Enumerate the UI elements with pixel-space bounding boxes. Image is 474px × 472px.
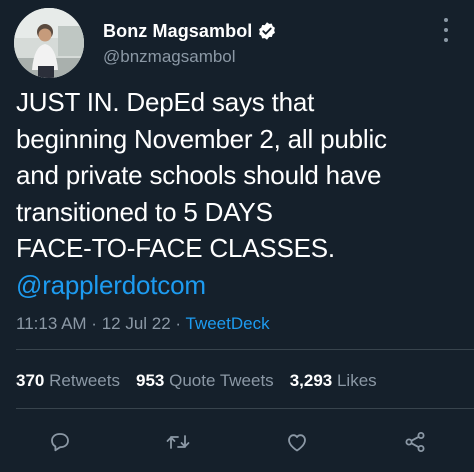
- handle[interactable]: @bnzmagsambol: [103, 47, 277, 67]
- retweet-icon: [166, 435, 190, 449]
- tweet-source-link[interactable]: TweetDeck: [186, 314, 270, 333]
- tweet-time[interactable]: 11:13 AM: [16, 314, 87, 333]
- reply-icon: [51, 433, 69, 452]
- tweet-card: Bonz Magsambol @bnzmagsambol JUST IN. De…: [0, 0, 474, 472]
- likes-count: 3,293: [289, 371, 333, 390]
- tweet-text-line: and private schools should have: [16, 160, 382, 190]
- divider: [16, 349, 474, 350]
- more-options-icon[interactable]: [442, 18, 450, 42]
- tweet-stats: 370 Retweets 953 Quote Tweets 3,293 Likes: [16, 371, 377, 391]
- tweet-text-line: FACE-TO-FACE CLASSES.: [16, 233, 335, 263]
- heart-icon: [288, 434, 306, 452]
- likes-stat[interactable]: 3,293 Likes: [290, 371, 377, 390]
- quotes-count: 953: [135, 371, 165, 390]
- divider: [16, 408, 474, 409]
- tweet-meta: 11:13 AM · 12 Jul 22 · TweetDeck: [16, 314, 270, 334]
- display-name-row: Bonz Magsambol: [103, 19, 277, 43]
- author-info: Bonz Magsambol @bnzmagsambol: [103, 19, 277, 67]
- retweets-stat[interactable]: 370 Retweets: [16, 371, 120, 390]
- display-name[interactable]: Bonz Magsambol: [103, 21, 252, 42]
- reply-button[interactable]: [42, 424, 78, 460]
- tweet-text-line: transitioned to 5 DAYS: [16, 196, 273, 227]
- retweets-label: Retweets: [49, 371, 120, 390]
- quotes-label: Quote Tweets: [169, 371, 274, 390]
- quote-tweets-stat[interactable]: 953 Quote Tweets: [136, 371, 274, 390]
- meta-separator: ·: [170, 314, 186, 333]
- likes-label: Likes: [336, 371, 377, 390]
- tweet-text-line: beginning November 2, all public: [16, 123, 387, 154]
- like-button[interactable]: [279, 424, 315, 460]
- avatar[interactable]: [14, 8, 84, 78]
- tweet-text: JUST IN. DepEd says that beginning Novem…: [16, 84, 468, 303]
- retweets-count: 370: [16, 371, 45, 390]
- verified-badge-icon: [257, 21, 277, 41]
- share-button[interactable]: [397, 424, 433, 460]
- avatar-photo: [14, 8, 84, 78]
- tweet-text-line: JUST IN. DepEd says that: [16, 87, 315, 117]
- meta-separator: ·: [86, 314, 102, 333]
- action-bar: [0, 424, 474, 460]
- tweet-date[interactable]: 12 Jul 22: [102, 314, 171, 333]
- mention-link[interactable]: @rapplerdotcom: [16, 267, 468, 304]
- retweet-button[interactable]: [160, 424, 196, 460]
- share-icon: [405, 432, 425, 452]
